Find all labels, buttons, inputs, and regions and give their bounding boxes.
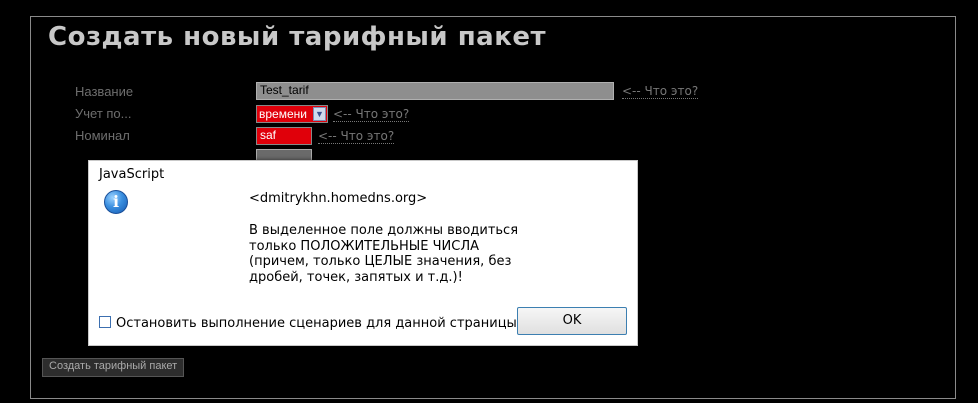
name-input[interactable]: Test_tarif [256,82,614,100]
dialog-message-line: (причем, только ЦЕЛЫЕ значения, без [249,254,512,269]
dialog-host: <dmitrykhn.homedns.org> [249,191,428,206]
stop-scripts-checkbox[interactable]: Остановить выполнение сценариев для данн… [99,316,517,331]
dialog-message: В выделенное поле должны вводиться тольк… [249,223,529,285]
type-help-link[interactable]: <-- Что это? [333,107,410,122]
create-tariff-button[interactable]: Создать тарифный пакет [42,358,185,377]
name-label: Название [75,84,134,99]
help-link-text[interactable]: <-- Что это? [622,84,699,99]
dialog-message-line: только ПОЛОЖИТЕЛЬНЫЕ ЧИСЛА [249,238,480,254]
dialog-message-line: В выделенное поле должны вводиться [249,223,519,238]
nominal-label: Номинал [75,128,130,143]
help-link-text[interactable]: <-- Что это? [318,129,395,144]
ok-button[interactable]: OK [517,307,627,335]
name-help-link[interactable]: <-- Что это? [622,84,699,99]
nominal-input[interactable]: saf [256,127,312,145]
page-title: Создать новый тарифный пакет [40,22,555,52]
type-select[interactable]: времени ▼ [256,105,328,123]
chevron-down-icon[interactable]: ▼ [313,107,326,121]
javascript-alert-dialog: JavaScript i <dmitrykhn.homedns.org> В в… [88,160,638,346]
type-label: Учет по... [75,106,132,121]
help-link-text[interactable]: <-- Что это? [333,107,410,122]
checkbox-icon[interactable] [99,316,111,328]
nominal-help-link[interactable]: <-- Что это? [318,129,395,144]
type-select-value: времени [259,107,307,121]
dialog-title: JavaScript [99,167,165,182]
info-icon: i [104,190,128,214]
dialog-message-line: дробей, точек, запятых и т.д.)! [249,269,463,285]
stop-scripts-label: Остановить выполнение сценариев для данн… [116,316,517,331]
